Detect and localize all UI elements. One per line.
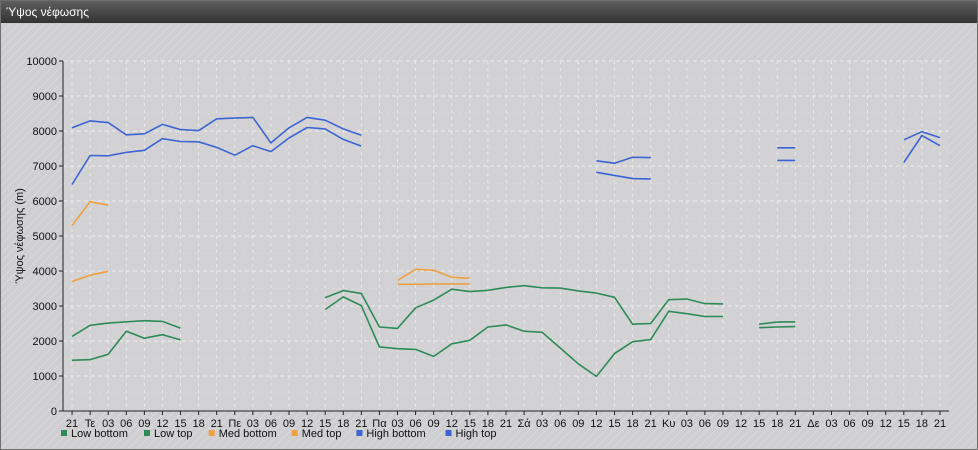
- legend-swatch: [291, 430, 298, 436]
- x-tick-label: 12: [590, 418, 602, 430]
- legend-entry: High bottom: [366, 428, 425, 440]
- x-tick-label: 03: [536, 418, 548, 430]
- x-tick-label: 21: [934, 418, 946, 430]
- x-tick-label: 12: [880, 418, 892, 430]
- legend-entry: Med top: [302, 428, 342, 440]
- legend-entry: Low top: [154, 428, 193, 440]
- x-tick-label: Δε: [807, 418, 819, 430]
- x-tick-label: 09: [572, 418, 584, 430]
- x-tick-label: 06: [699, 418, 711, 430]
- y-tick-label: 1000: [33, 371, 57, 383]
- chart-window: Ύψος νέφωσης 0 1000 2000 3000 4000 5000 6000 70…: [0, 0, 978, 450]
- y-tick-label: 4000: [33, 266, 57, 278]
- x-tick-label: 18: [771, 418, 783, 430]
- x-tick-label: 06: [554, 418, 566, 430]
- x-tick-label: 09: [717, 418, 729, 430]
- x-tick-label: 06: [843, 418, 855, 430]
- legend-swatch: [356, 430, 363, 436]
- legend-entry: Med bottom: [219, 428, 277, 440]
- x-tick-label: 18: [626, 418, 638, 430]
- legend-swatch: [208, 430, 215, 436]
- x-tick-label: 03: [825, 418, 837, 430]
- x-tick-label: 12: [735, 418, 747, 430]
- x-tick-label: 09: [428, 418, 440, 430]
- legend-swatch: [445, 430, 452, 436]
- y-tick-label: 0: [51, 406, 57, 418]
- y-axis-label: Ύψος νέφωσης (m): [14, 188, 26, 284]
- y-tick-label: 2000: [33, 336, 57, 348]
- x-tick-label: 09: [138, 418, 150, 430]
- x-tick-label: 18: [192, 418, 204, 430]
- legend-swatch: [61, 430, 67, 436]
- y-tick-label: 10000: [26, 56, 57, 68]
- y-tick-label: 8000: [33, 126, 57, 138]
- x-tick-label: Σά: [517, 418, 531, 430]
- legend-entry: Low bottom: [71, 428, 128, 440]
- y-tick-label: 5000: [33, 231, 57, 243]
- x-tick-label: 03: [681, 418, 693, 430]
- window-title: Ύψος νέφωσης: [1, 1, 977, 23]
- x-tick-label: 21: [789, 418, 801, 430]
- x-tick-label: 15: [898, 418, 910, 430]
- legend-swatch: [144, 430, 150, 436]
- legend-entry: High top: [456, 428, 497, 440]
- y-tick-label: 9000: [33, 91, 57, 103]
- cloud-height-chart: 0 1000 2000 3000 4000 5000 6000 7000 8000 9000 100…: [1, 24, 977, 449]
- x-tick-label: 18: [916, 418, 928, 430]
- x-tick-label: 21: [645, 418, 657, 430]
- y-tick-label: 7000: [33, 161, 57, 173]
- x-tick-label: 15: [753, 418, 765, 430]
- y-tick-label: 3000: [33, 301, 57, 313]
- y-tick-label: 6000: [33, 196, 57, 208]
- x-tick-label: Κυ: [662, 418, 675, 430]
- x-tick-label: 09: [862, 418, 874, 430]
- x-tick-label: 21: [500, 418, 512, 430]
- x-tick-label: 09: [283, 418, 295, 430]
- x-tick-label: 15: [608, 418, 620, 430]
